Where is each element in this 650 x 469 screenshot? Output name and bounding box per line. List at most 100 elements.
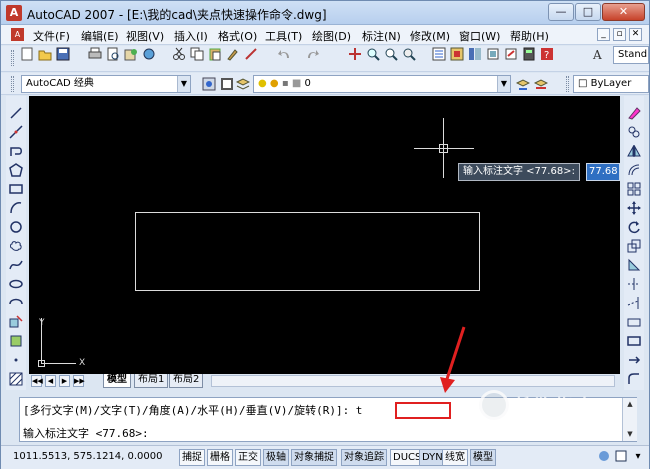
pan-realtime-icon[interactable]	[347, 46, 363, 62]
mdi-restore-button[interactable]: ▫	[613, 28, 626, 41]
stretch-icon[interactable]	[626, 258, 642, 274]
menu-help[interactable]: 帮助(H)	[510, 28, 549, 44]
text-style-dropdown[interactable]: Stand	[613, 46, 649, 64]
point-icon[interactable]	[8, 353, 24, 369]
open-folder-icon[interactable]	[37, 46, 53, 62]
properties-icon[interactable]	[431, 46, 447, 62]
block-editor-icon[interactable]	[243, 46, 259, 62]
zoom-realtime-icon[interactable]	[365, 46, 381, 62]
construction-line-icon[interactable]	[8, 125, 24, 141]
maximize-button[interactable]: □	[575, 3, 601, 21]
help-icon[interactable]: ?	[539, 46, 555, 62]
communication-center-icon[interactable]	[597, 450, 611, 464]
command-prompt-line[interactable]: 输入标注文字 <77.68>:	[23, 425, 149, 441]
chamfer-icon[interactable]	[626, 353, 642, 369]
color-dropdown[interactable]: □ ByLayer	[573, 75, 649, 93]
horizontal-scrollbar[interactable]	[211, 375, 615, 387]
match-properties-icon[interactable]	[225, 46, 241, 62]
plot-preview-icon[interactable]	[105, 46, 121, 62]
cut-icon[interactable]	[171, 46, 187, 62]
dynamic-input-field[interactable]: 77.68	[586, 163, 620, 181]
menu-window[interactable]: 窗口(W)	[459, 28, 500, 44]
menu-insert[interactable]: 插入(I)	[174, 28, 208, 44]
redo-icon[interactable]	[305, 46, 321, 62]
layer-properties-icon[interactable]	[235, 76, 251, 92]
toolbar-grip[interactable]	[11, 76, 14, 92]
ortho-toggle[interactable]: 正交	[235, 449, 261, 466]
break-icon[interactable]	[626, 315, 642, 331]
first-tab-icon[interactable]: ◀◀	[31, 375, 43, 387]
make-object-layer-current-icon[interactable]	[515, 76, 531, 92]
tab-layout1[interactable]: 布局1	[134, 374, 169, 388]
hatch-icon[interactable]	[8, 372, 24, 388]
save-icon[interactable]	[55, 46, 71, 62]
snap-toggle[interactable]: 捕捉	[179, 449, 205, 466]
model-toggle[interactable]: 模型	[470, 449, 496, 466]
insert-block-icon[interactable]	[8, 315, 24, 331]
quickcalc-icon[interactable]	[521, 46, 537, 62]
zoom-previous-icon[interactable]	[401, 46, 417, 62]
menu-draw[interactable]: 绘图(D)	[312, 28, 351, 44]
polyline-icon[interactable]	[8, 144, 24, 160]
copy-object-icon[interactable]	[626, 125, 642, 141]
mirror-icon[interactable]	[626, 144, 642, 160]
drawn-rectangle[interactable]	[135, 212, 480, 291]
polygon-icon[interactable]	[8, 163, 24, 179]
lineweight-toggle[interactable]: 线宽	[442, 449, 468, 466]
scale-icon[interactable]	[626, 239, 642, 255]
offset-icon[interactable]	[626, 163, 642, 179]
plot-icon[interactable]	[87, 46, 103, 62]
make-block-icon[interactable]	[8, 334, 24, 350]
move-icon[interactable]	[626, 201, 642, 217]
rectangle-icon[interactable]	[8, 182, 24, 198]
menu-modify[interactable]: 修改(M)	[410, 28, 450, 44]
minimize-button[interactable]: —	[548, 3, 574, 21]
coordinates-readout[interactable]: 1011.5513, 575.1214, 0.0000	[13, 451, 163, 462]
join-icon[interactable]	[626, 334, 642, 350]
menu-dimension[interactable]: 标注(N)	[362, 28, 401, 44]
tool-palettes-icon[interactable]	[467, 46, 483, 62]
3d-dwf-icon[interactable]	[141, 46, 157, 62]
design-center-icon[interactable]	[449, 46, 465, 62]
spline-icon[interactable]	[8, 258, 24, 274]
markup-set-manager-icon[interactable]	[503, 46, 519, 62]
line-icon[interactable]	[8, 106, 24, 122]
close-button[interactable]: ✕	[602, 3, 645, 21]
publish-icon[interactable]	[123, 46, 139, 62]
drawing-canvas[interactable]: 输入标注文字 <77.68>: 77.68 Y X	[29, 96, 620, 374]
ellipse-arc-icon[interactable]	[8, 296, 24, 312]
layer-dropdown[interactable]: ● ● ▪ ■ 0 ▼	[253, 75, 511, 93]
array-icon[interactable]	[626, 182, 642, 198]
menu-edit[interactable]: 编辑(E)	[81, 28, 119, 44]
clean-screen-icon[interactable]	[614, 450, 628, 464]
fillet-icon[interactable]	[626, 372, 642, 388]
rotate-icon[interactable]	[626, 220, 642, 236]
tab-layout2[interactable]: 布局2	[169, 374, 204, 388]
polar-toggle[interactable]: 极轴	[263, 449, 289, 466]
menu-file[interactable]: 文件(F)	[33, 28, 70, 44]
workspace-settings-icon[interactable]	[201, 76, 217, 92]
new-file-icon[interactable]	[19, 46, 35, 62]
next-tab-icon[interactable]: ▶	[59, 375, 70, 387]
mdi-close-button[interactable]: ✕	[629, 28, 642, 41]
arc-icon[interactable]	[8, 201, 24, 217]
grid-toggle[interactable]: 栅格	[207, 449, 233, 466]
otrack-toggle[interactable]: 对象追踪	[341, 449, 387, 466]
mdi-minimize-button[interactable]: _	[597, 28, 610, 41]
toolbar-grip[interactable]	[11, 50, 14, 66]
revision-cloud-icon[interactable]	[8, 239, 24, 255]
status-menu-icon[interactable]: ▾	[631, 450, 645, 464]
copy-icon[interactable]	[189, 46, 205, 62]
layer-previous-icon[interactable]	[533, 76, 549, 92]
circle-icon[interactable]	[8, 220, 24, 236]
workspace-save-icon[interactable]	[219, 76, 235, 92]
last-tab-icon[interactable]: ▶▶	[73, 375, 85, 387]
osnap-toggle[interactable]: 对象捕捉	[291, 449, 337, 466]
sheet-set-manager-icon[interactable]	[485, 46, 501, 62]
document-icon[interactable]: A	[11, 28, 24, 41]
erase-icon[interactable]	[626, 106, 642, 122]
menu-format[interactable]: 格式(O)	[218, 28, 257, 44]
workspace-dropdown[interactable]: AutoCAD 经典 ▼	[21, 75, 191, 93]
trim-icon[interactable]	[626, 277, 642, 293]
zoom-window-icon[interactable]	[383, 46, 399, 62]
